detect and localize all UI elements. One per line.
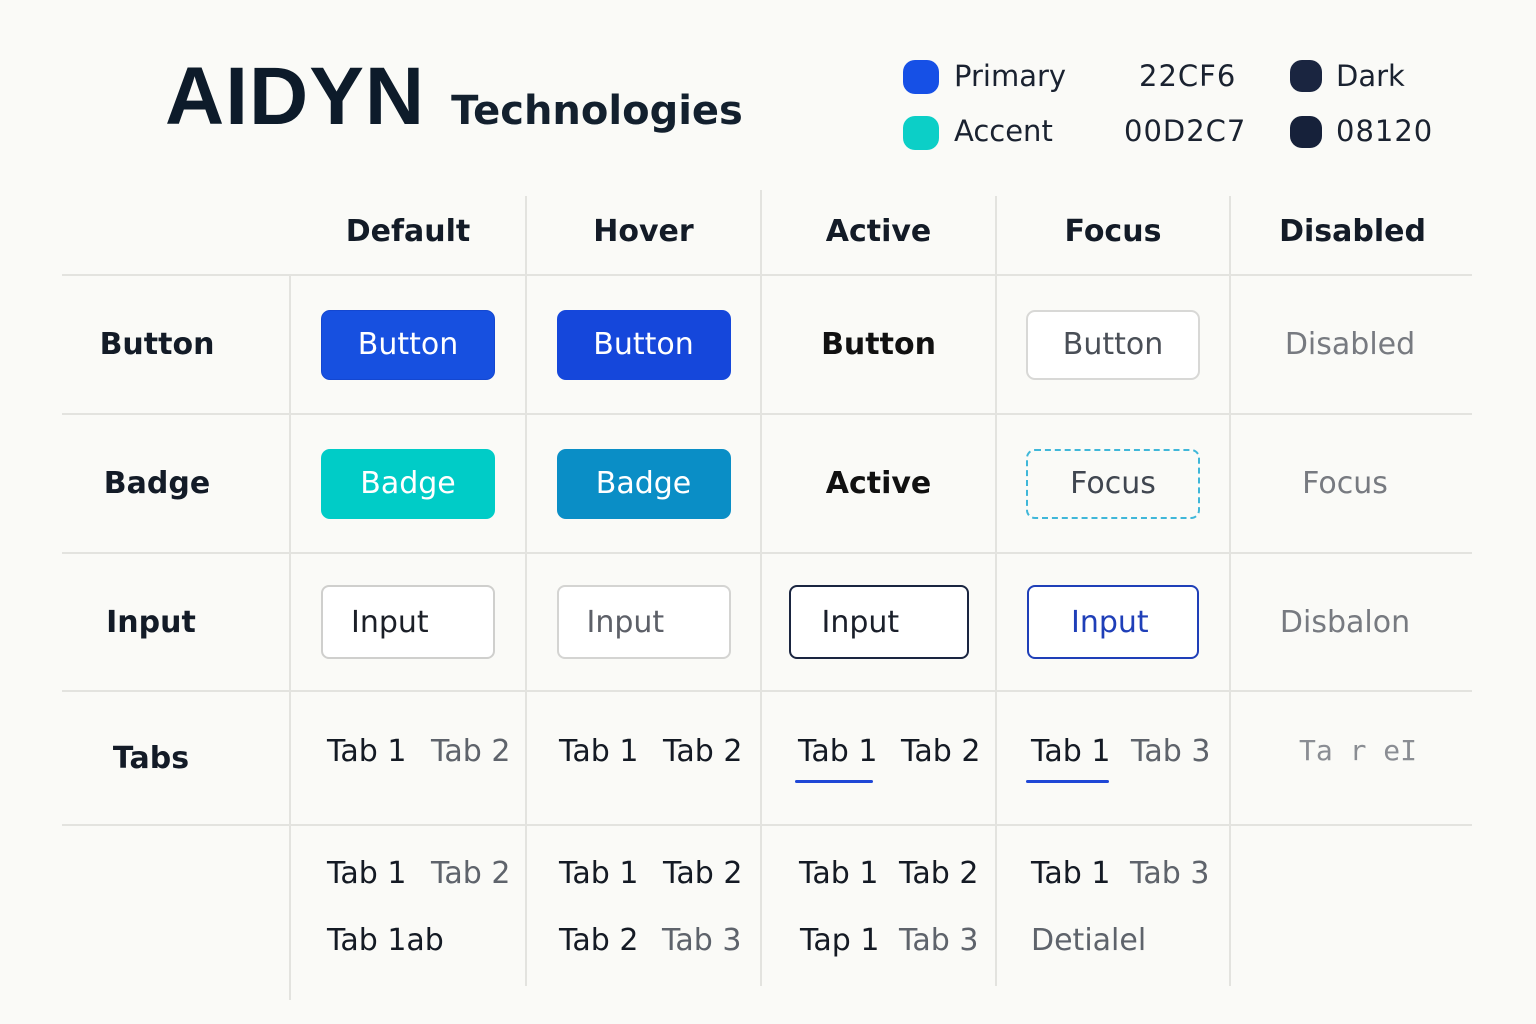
badge-focus-cell: Focus <box>997 415 1229 552</box>
extra-default-tab-3[interactable]: Tab 1ab <box>327 923 444 958</box>
extra-default-tab-2[interactable]: Tab 2 <box>431 856 510 891</box>
badge-active-cell: Active <box>762 415 995 552</box>
input-focus[interactable]: Input <box>1027 585 1199 659</box>
badge-default: Badge <box>321 448 495 519</box>
tabs-default-tab-1[interactable]: Tab 1 <box>327 734 406 769</box>
row-header-badge: Badge <box>103 466 211 501</box>
extra-hover-tab-3[interactable]: Tab 2 <box>559 923 638 958</box>
badge-focus: Focus <box>1026 448 1200 519</box>
tabs-active-tab-2[interactable]: Tab 2 <box>901 734 980 769</box>
extra-hover-tab-4[interactable]: Tab 3 <box>662 923 741 958</box>
grid-line <box>62 824 1472 826</box>
badge-hover-cell: Badge <box>527 415 760 552</box>
tabs-focus-tab-1[interactable]: Tab 1 <box>1031 734 1110 769</box>
button-hover-cell: Button <box>527 276 760 413</box>
extra-focus-tab-3[interactable]: Detialel <box>1031 923 1146 958</box>
extra-hover-tab-2[interactable]: Tab 2 <box>663 856 742 891</box>
button-default-cell: Button <box>291 276 525 413</box>
column-header-disabled: Disabled <box>1279 213 1426 249</box>
extra-active-tab-1[interactable]: Tab 1 <box>799 856 878 891</box>
grid-line <box>62 690 1472 692</box>
input-disabled: Disbalon <box>1279 604 1411 640</box>
tabs-active-tab-1[interactable]: Tab 1 <box>798 734 877 769</box>
extra-default-tab-1[interactable]: Tab 1 <box>327 856 406 891</box>
tabs-focus-tab-3[interactable]: Tab 3 <box>1131 734 1210 769</box>
button-active-cell: Button <box>762 276 995 413</box>
tabs-hover-tab-2[interactable]: Tab 2 <box>663 734 742 769</box>
extra-active-tab-3[interactable]: Tap 1 <box>800 923 879 958</box>
input-active[interactable]: Input <box>788 585 969 659</box>
column-header-active: Active <box>825 213 932 249</box>
button-default[interactable]: Button <box>321 309 495 380</box>
input-hover[interactable]: Input <box>556 585 731 659</box>
column-header-default: Default <box>345 213 471 249</box>
button-focus-cell: Button <box>997 276 1229 413</box>
input-focus-cell: Input <box>997 554 1229 690</box>
input-hover-cell: Input <box>527 554 760 690</box>
input-default[interactable]: Input <box>321 585 495 659</box>
tabs-hover-tab-1[interactable]: Tab 1 <box>559 734 638 769</box>
focus-tab-indicator <box>1026 780 1109 783</box>
button-active[interactable]: Button <box>821 327 936 362</box>
extra-focus-tab-1[interactable]: Tab 1 <box>1031 856 1110 891</box>
input-default-cell: Input <box>291 554 525 690</box>
input-active-cell: Input <box>762 554 995 690</box>
badge-disabled-cell: Focus <box>1231 415 1459 552</box>
tabs-default-tab-2[interactable]: Tab 2 <box>431 734 510 769</box>
badge-active: Active <box>825 466 932 501</box>
extra-focus-tab-2[interactable]: Tab 3 <box>1130 856 1209 891</box>
row-header-tabs: Tabs <box>112 740 190 776</box>
active-tab-indicator <box>795 780 873 783</box>
row-header-button: Button <box>99 327 215 362</box>
row-header-input: Input <box>106 604 196 640</box>
input-disabled-cell: Disbalon <box>1231 554 1459 690</box>
button-disabled: Disabled <box>1284 327 1416 362</box>
column-header-hover: Hover <box>593 213 694 249</box>
badge-hover: Badge <box>556 448 731 519</box>
badge-disabled: Focus <box>1302 466 1388 501</box>
button-focus[interactable]: Button <box>1026 309 1200 380</box>
button-hover[interactable]: Button <box>556 309 731 380</box>
extra-hover-tab-1[interactable]: Tab 1 <box>559 856 638 891</box>
badge-default-cell: Badge <box>291 415 525 552</box>
extra-active-tab-4[interactable]: Tab 3 <box>899 923 978 958</box>
tabs-disabled: Ta r eI <box>1299 734 1418 767</box>
button-disabled-cell: Disabled <box>1231 276 1469 413</box>
extra-active-tab-2[interactable]: Tab 2 <box>899 856 978 891</box>
column-header-focus: Focus <box>1064 213 1162 249</box>
